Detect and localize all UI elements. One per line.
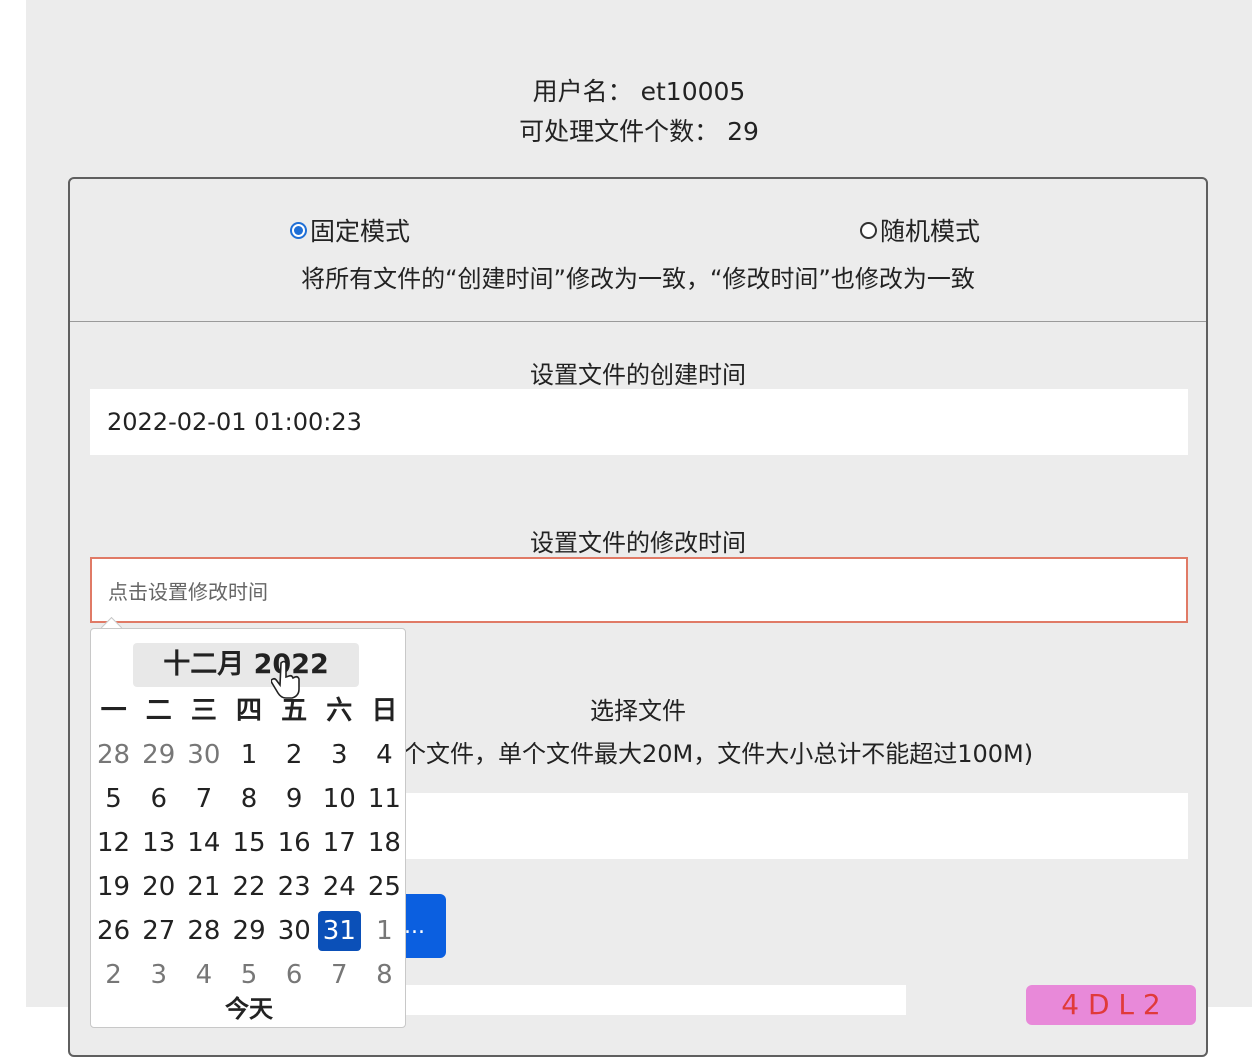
calendar-day[interactable]: 20 xyxy=(136,865,181,909)
calendar-day[interactable]: 29 xyxy=(227,909,272,953)
calendar-day[interactable]: 28 xyxy=(181,909,226,953)
calendar-day[interactable]: 10 xyxy=(317,777,362,821)
captcha-badge: 4 D L 2 xyxy=(1026,985,1196,1025)
date-picker: 十二月 2022 一二三四五六日 28 29 30 1 2 3 4 5 6 7 8 9 10 11 12 13… xyxy=(90,628,406,1028)
calendar-day[interactable]: 27 xyxy=(136,909,181,953)
calendar-day[interactable]: 30 xyxy=(272,909,317,953)
calendar-day[interactable]: 16 xyxy=(272,821,317,865)
mode-description: 将所有文件的“创建时间”修改为一致，“修改时间”也修改为一致 xyxy=(301,265,975,293)
modify-time-label: 设置文件的修改时间 xyxy=(530,529,746,557)
calendar-day[interactable]: 9 xyxy=(272,777,317,821)
username-label: 用户名： xyxy=(532,77,633,106)
weekday-header: 五 xyxy=(281,696,308,726)
calendar-day[interactable]: 28 xyxy=(91,733,136,777)
mode-selector: 固定模式 随机模式 将所有文件的“创建时间”修改为一致，“修改时间”也修改为一致 xyxy=(70,179,1206,322)
calendar-week-row: 12 13 14 15 16 17 18 xyxy=(91,821,407,865)
calendar-day[interactable]: 1 xyxy=(362,909,407,953)
calendar-day[interactable]: 22 xyxy=(226,865,271,909)
calendar-day[interactable]: 17 xyxy=(317,821,362,865)
weekday-header-row: 一二三四五六日 xyxy=(91,689,407,733)
create-time-input[interactable]: 2022-02-01 01:00:23 xyxy=(90,389,1188,455)
calendar-day[interactable]: 4 xyxy=(362,733,407,777)
calendar-day[interactable]: 11 xyxy=(362,777,407,821)
calendar-week-row: 19 20 21 22 23 24 25 xyxy=(91,865,407,909)
create-time-value: 2022-02-01 01:00:23 xyxy=(107,408,362,436)
username-value: et10005 xyxy=(640,77,746,106)
fixed-mode-option[interactable]: 固定模式 xyxy=(290,212,410,248)
weekday-header: 六 xyxy=(326,696,353,726)
random-mode-label: 随机模式 xyxy=(880,217,981,246)
calendar-day[interactable]: 31 xyxy=(317,911,361,951)
file-count-label: 可处理文件个数： xyxy=(519,117,720,146)
weekday-header: 三 xyxy=(190,696,217,726)
weekday-header: 四 xyxy=(235,696,262,726)
weekday-header: 日 xyxy=(371,696,398,726)
calendar-day[interactable]: 29 xyxy=(136,733,181,777)
random-mode-option[interactable]: 随机模式 xyxy=(860,212,980,248)
random-mode-radio[interactable] xyxy=(860,221,877,239)
calendar-day[interactable]: 19 xyxy=(91,865,136,909)
modify-time-input[interactable]: 点击设置修改时间 xyxy=(90,557,1188,623)
file-count-value: 29 xyxy=(727,117,759,146)
calendar-day[interactable]: 12 xyxy=(91,821,136,865)
calendar-day[interactable]: 30 xyxy=(181,733,226,777)
calendar-day[interactable]: 15 xyxy=(226,821,271,865)
calendar-day[interactable]: 14 xyxy=(181,821,226,865)
calendar-day[interactable]: 6 xyxy=(136,777,181,821)
create-time-label: 设置文件的创建时间 xyxy=(530,361,746,389)
username-line: 用户名： et10005 xyxy=(26,72,1252,108)
fixed-mode-radio[interactable] xyxy=(290,221,307,239)
file-select-hint: 个文件，单个文件最大20M，文件大小总计不能超过100M) xyxy=(402,740,1034,768)
fixed-mode-label: 固定模式 xyxy=(310,217,411,246)
modify-time-placeholder: 点击设置修改时间 xyxy=(108,579,268,604)
calendar-week-row: 28 29 30 1 2 3 4 xyxy=(91,733,407,777)
calendar-day[interactable]: 18 xyxy=(362,821,407,865)
calendar-day[interactable]: 25 xyxy=(362,865,407,909)
calendar-day[interactable]: 7 xyxy=(181,777,226,821)
weekday-header: 一 xyxy=(100,696,127,726)
weekday-header: 二 xyxy=(145,696,172,726)
file-count-line: 可处理文件个数： 29 xyxy=(26,112,1252,148)
calendar-day[interactable]: 26 xyxy=(91,909,136,953)
calendar-day[interactable]: 3 xyxy=(317,733,362,777)
calendar-grid: 一二三四五六日 28 29 30 1 2 3 4 5 6 7 8 9 10 11 12 13 14 15 16 17 1… xyxy=(91,689,407,997)
calendar-day[interactable]: 23 xyxy=(272,865,317,909)
calendar-day[interactable]: 2 xyxy=(272,733,317,777)
calendar-day[interactable]: 13 xyxy=(136,821,181,865)
calendar-day[interactable]: 21 xyxy=(181,865,226,909)
calendar-day[interactable]: 5 xyxy=(91,777,136,821)
calendar-week-row: 26 27 28 29 30 31 1 xyxy=(91,909,407,953)
calendar-day[interactable]: 1 xyxy=(226,733,271,777)
calendar-week-row: 5 6 7 8 9 10 11 xyxy=(91,777,407,821)
calendar-month-title[interactable]: 十二月 2022 xyxy=(133,643,359,687)
calendar-day[interactable]: 8 xyxy=(226,777,271,821)
calendar-day[interactable]: 24 xyxy=(317,865,362,909)
